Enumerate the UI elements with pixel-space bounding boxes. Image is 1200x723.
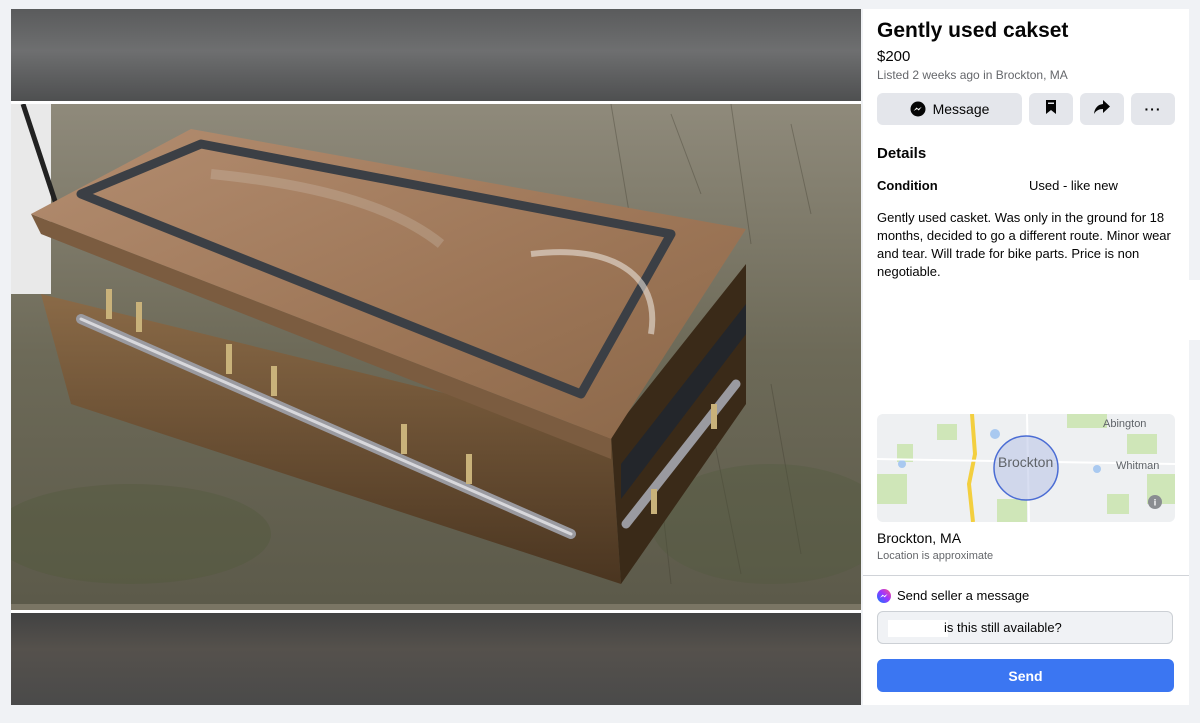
redacted-name [888,620,948,637]
bookmark-icon [1045,99,1057,119]
send-button[interactable]: Send [877,659,1174,692]
send-seller-heading: Send seller a message [877,588,1029,603]
message-button[interactable]: Message [877,93,1022,125]
details-heading: Details [877,145,927,162]
messenger-icon [910,101,926,117]
listing-photo [11,101,861,613]
listing-details-panel: Gently used cakset $200 Listed 2 weeks a… [863,9,1189,705]
message-button-label: Message [932,101,990,117]
message-input[interactable]: is this still available? [877,611,1173,644]
location-name: Brockton, MA [877,530,962,546]
condition-value: Used - like new [1029,178,1118,193]
listing-photo-viewer[interactable] [11,9,861,705]
location-note: Location is approximate [877,550,994,562]
scrollbar-edge [1189,280,1200,340]
more-options-button[interactable]: ··· [1131,93,1175,125]
condition-label: Condition [877,178,938,193]
map-label-abington: Abington [1103,418,1147,430]
divider [863,575,1189,576]
share-icon [1094,99,1110,119]
casket-photo-illustration [11,104,861,604]
listing-description: Gently used casket. Was only in the grou… [877,210,1171,279]
more-options-label: ··· [1144,101,1162,117]
send-seller-heading-text: Send seller a message [897,588,1030,603]
listing-title: Gently used cakset [877,19,1069,42]
listing-price: $200 [877,48,911,65]
share-button[interactable] [1080,93,1124,125]
location-map[interactable]: i Abington Brockton Whitman [877,414,1175,522]
map-label-whitman: Whitman [1116,460,1160,472]
map-label-brockton: Brockton [998,454,1054,470]
save-button[interactable] [1029,93,1073,125]
svg-text:i: i [1154,498,1157,508]
listing-meta: Listed 2 weeks ago in Brockton, MA [877,68,1068,82]
messenger-gradient-icon [877,588,891,603]
message-input-text: is this still available? [944,620,1062,635]
